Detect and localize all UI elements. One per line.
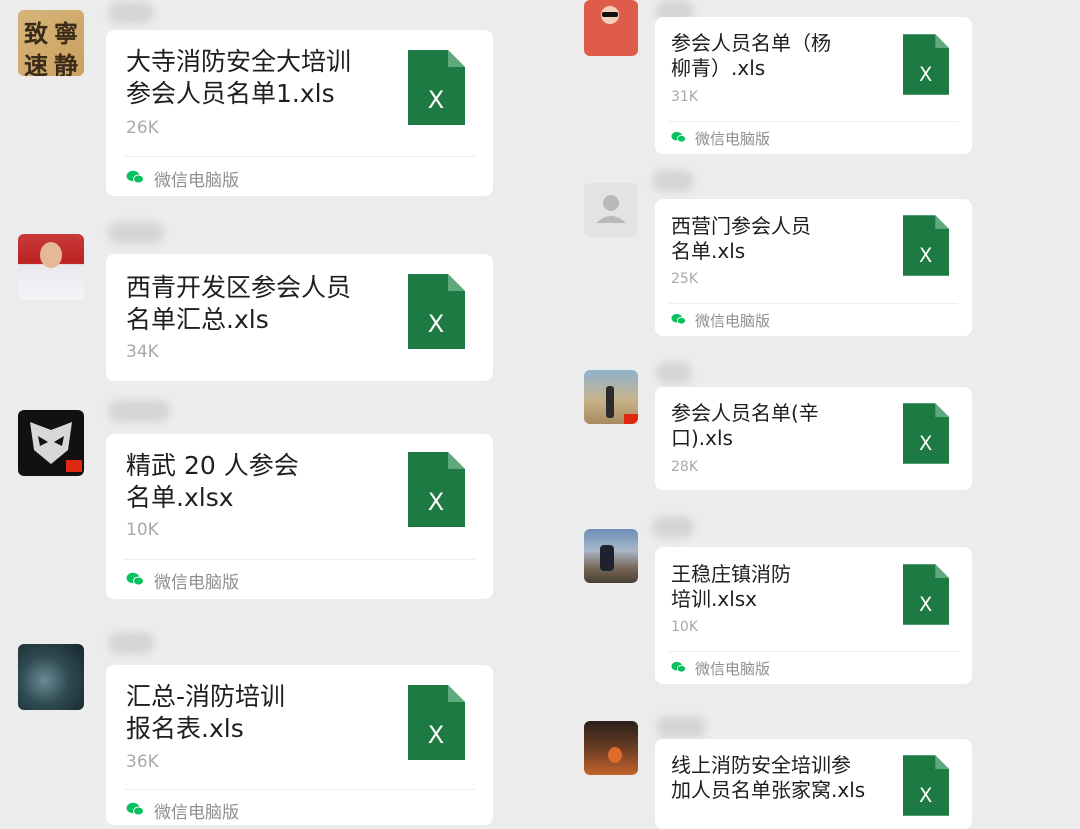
excel-file-icon: X <box>903 755 949 816</box>
avatar[interactable] <box>18 234 84 300</box>
file-message-bubble[interactable]: 大寺消防安全大培训 参会人员名单1.xls 26K X 微信电脑版 <box>106 30 493 196</box>
file-message-bubble[interactable]: 参会人员名单(辛 口).xls 28K X <box>655 387 972 490</box>
excel-letter: X <box>919 784 932 807</box>
divider <box>124 559 475 560</box>
file-size: 28K <box>671 459 698 475</box>
excel-letter: X <box>428 721 444 749</box>
file-name: 西青开发区参会人员 名单汇总.xls <box>126 273 352 334</box>
file-size: 36K <box>126 752 159 772</box>
divider <box>124 156 475 157</box>
wechat-icon <box>126 170 144 184</box>
avatar-sunglasses <box>602 12 618 17</box>
source-label: 微信电脑版 <box>154 171 239 191</box>
excel-file-icon: X <box>903 34 949 95</box>
sender-name-blurred <box>652 170 694 192</box>
file-size: 25K <box>671 271 698 287</box>
sender-name-blurred <box>108 632 154 654</box>
avatar-figure <box>600 545 614 571</box>
file-size: 31K <box>671 89 698 105</box>
avatar[interactable] <box>584 529 638 583</box>
avatar[interactable] <box>584 370 638 424</box>
avatar[interactable] <box>18 410 84 476</box>
avatar[interactable] <box>584 721 638 775</box>
excel-file-icon: X <box>903 564 949 625</box>
excel-file-icon: X <box>408 685 465 760</box>
divider <box>124 789 475 790</box>
divider <box>669 121 958 122</box>
avatar-calligraphy-char: 寧 <box>54 19 78 48</box>
excel-letter: X <box>919 244 932 267</box>
excel-letter: X <box>919 432 932 455</box>
avatar-figure <box>606 386 614 418</box>
avatar-calligraphy-char: 静 <box>54 51 78 76</box>
avatar-lantern <box>608 747 622 763</box>
source-label: 微信电脑版 <box>695 312 771 330</box>
avatar-flag <box>624 414 638 424</box>
avatar[interactable]: 致 寧 速 静 <box>18 10 84 76</box>
wechat-icon <box>126 572 144 586</box>
file-name: 西营门参会人员 名单.xls <box>671 214 811 264</box>
file-message-bubble[interactable]: 参会人员名单（杨 柳青）.xls 31K X 微信电脑版 <box>655 17 972 154</box>
sender-name-blurred <box>108 2 154 24</box>
file-message-bubble[interactable]: 线上消防安全培训参 加人员名单张家窝.xls X <box>655 739 972 829</box>
wechat-icon <box>671 131 686 143</box>
wechat-icon <box>671 313 686 325</box>
excel-letter: X <box>428 488 444 516</box>
avatar-calligraphy-char: 速 <box>24 51 48 76</box>
excel-letter: X <box>919 63 932 86</box>
excel-file-icon: X <box>408 274 465 349</box>
file-name: 王稳庄镇消防 培训.xlsx <box>671 562 791 612</box>
file-name: 精武 20 人参会 名单.xlsx <box>126 451 299 512</box>
sender-name-blurred <box>108 222 164 244</box>
sender-name-blurred <box>108 400 170 422</box>
file-message-bubble[interactable]: 西青开发区参会人员 名单汇总.xls 34K X <box>106 254 493 381</box>
file-message-bubble[interactable]: 西营门参会人员 名单.xls 25K X 微信电脑版 <box>655 199 972 336</box>
source-label: 微信电脑版 <box>154 573 239 593</box>
excel-file-icon: X <box>903 403 949 464</box>
wechat-icon <box>126 802 144 816</box>
excel-letter: X <box>919 593 932 616</box>
source-label: 微信电脑版 <box>695 660 771 678</box>
file-name: 大寺消防安全大培训 参会人员名单1.xls <box>126 47 352 108</box>
file-name: 汇总-消防培训 报名表.xls <box>126 682 286 743</box>
robot-logo-icon <box>30 422 82 472</box>
sender-name-blurred <box>656 716 706 738</box>
file-name: 参会人员名单（杨 柳青）.xls <box>671 31 831 81</box>
file-message-bubble[interactable]: 汇总-消防培训 报名表.xls 36K X 微信电脑版 <box>106 665 493 825</box>
avatar[interactable] <box>584 183 638 237</box>
file-size: 10K <box>126 520 159 540</box>
avatar[interactable] <box>18 644 84 710</box>
excel-file-icon: X <box>408 50 465 125</box>
avatar-calligraphy-char: 致 <box>24 19 48 48</box>
sender-name-blurred <box>656 362 692 384</box>
file-message-bubble[interactable]: 精武 20 人参会 名单.xlsx 10K X 微信电脑版 <box>106 434 493 599</box>
file-size: 34K <box>126 342 159 362</box>
file-name: 参会人员名单(辛 口).xls <box>671 401 819 451</box>
file-size: 26K <box>126 118 159 138</box>
divider <box>669 651 958 652</box>
excel-letter: X <box>428 310 444 338</box>
wechat-icon <box>671 661 686 673</box>
file-message-bubble[interactable]: 王稳庄镇消防 培训.xlsx 10K X 微信电脑版 <box>655 547 972 684</box>
sender-name-blurred <box>652 516 694 538</box>
excel-letter: X <box>428 86 444 114</box>
excel-file-icon: X <box>408 452 465 527</box>
default-user-icon <box>596 195 626 223</box>
excel-file-icon: X <box>903 215 949 276</box>
source-label: 微信电脑版 <box>695 130 771 148</box>
avatar-face <box>40 242 62 268</box>
file-name: 线上消防安全培训参 加人员名单张家窝.xls <box>671 753 866 803</box>
file-size: 10K <box>671 619 698 635</box>
divider <box>669 303 958 304</box>
avatar[interactable] <box>584 0 638 56</box>
